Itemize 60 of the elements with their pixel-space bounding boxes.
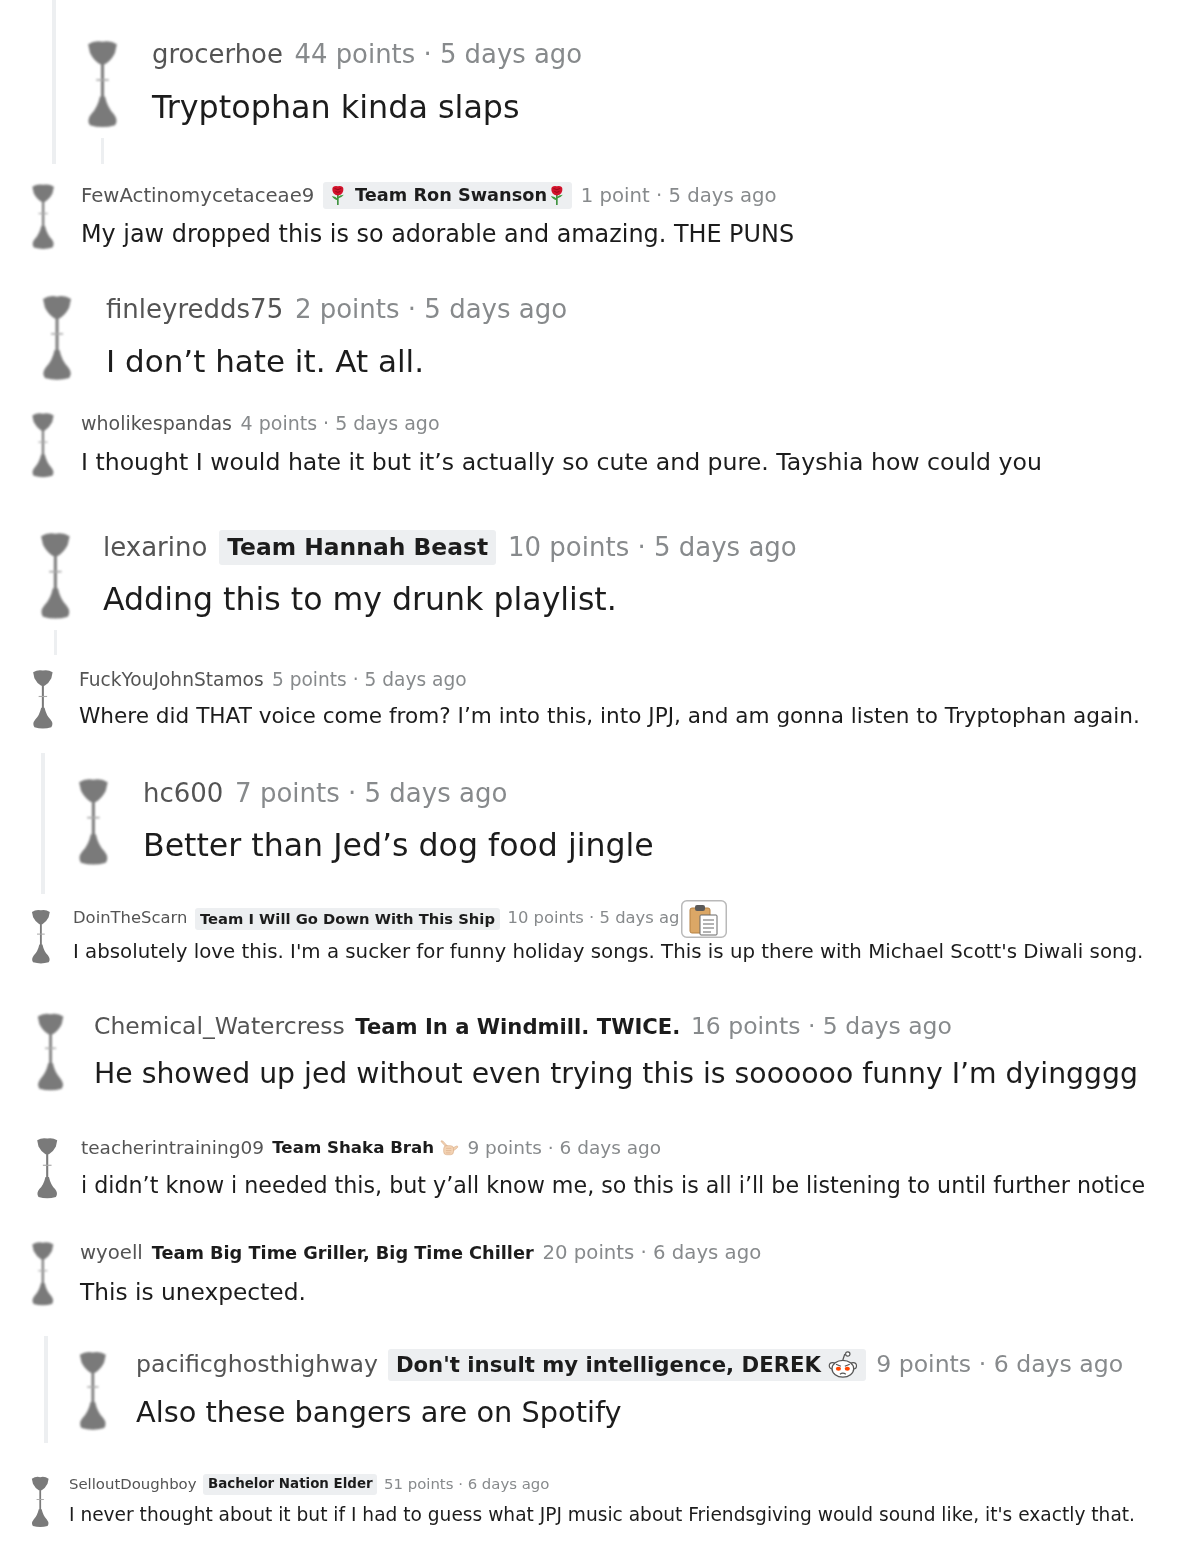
username[interactable]: SelloutDoughboy	[69, 1473, 197, 1496]
comment-text: I never thought about it but if I had to guess what JPJ music about Friendsgiving would sound like, it's exactly that.	[69, 1503, 1135, 1527]
comment-text: I thought I would hate it but it’s actually so cute and pure. Tayshia how could you	[81, 446, 1042, 478]
comment-text: I don’t hate it. At all.	[106, 341, 426, 381]
avatar-icon[interactable]	[35, 1136, 60, 1201]
avatar-icon[interactable]	[31, 667, 55, 731]
username[interactable]: Chemical_Watercress	[94, 1008, 345, 1045]
username[interactable]: lexarino	[103, 527, 208, 567]
comment-meta: 10 points · 5 days ago	[507, 530, 797, 564]
user-flair: Team I Will Go Down With This Ship	[194, 907, 501, 930]
comment-meta: 9 points · 6 days ago	[876, 1349, 1124, 1381]
username[interactable]: wyoell	[80, 1238, 143, 1268]
comment-meta: 9 points · 6 days ago	[467, 1136, 662, 1161]
comment-text: Adding this to my drunk playlist.	[103, 580, 618, 620]
comment-text: i didn’t know i needed this, but y’all know me, so this is all i’ll be listening to until further notice	[81, 1170, 1146, 1200]
comment-text: This is unexpected.	[80, 1276, 307, 1307]
user-flair: Team Hannah Beast	[219, 529, 497, 565]
avatar-icon[interactable]	[30, 1240, 56, 1308]
username[interactable]: grocerhoe	[152, 35, 283, 75]
avatar-icon[interactable]	[30, 1474, 51, 1529]
avatar-icon[interactable]	[76, 776, 111, 868]
flair-text: Team Shaka Brah	[272, 1136, 435, 1159]
flair-text: Don't insult my intelligence, DEREK	[395, 1350, 821, 1379]
flair-text: Team Ron Swanson	[355, 184, 548, 207]
comment-meta: 44 points · 5 days ago	[294, 38, 583, 72]
comment-meta: 51 points · 6 days ago	[384, 1474, 550, 1496]
user-flair: Bachelor Nation Elder	[203, 1474, 378, 1495]
comment-meta: 1 point · 5 days ago	[580, 182, 777, 209]
avatar-icon[interactable]	[30, 182, 57, 252]
comment-text: Also these bangers are on Spotify	[136, 1394, 623, 1432]
comment-text: I absolutely love this. I'm a sucker for funny holiday songs. This is up there with Michael Scott's Diwali song.	[73, 938, 1144, 965]
comment-text: Better than Jed’s dog food jingle	[143, 826, 654, 866]
hand-icon	[439, 1139, 460, 1157]
username[interactable]: pacificghosthighway	[136, 1347, 378, 1383]
comment-meta: 5 points · 5 days ago	[271, 667, 467, 692]
avatar-icon[interactable]	[30, 907, 52, 966]
avatar-icon[interactable]	[38, 530, 73, 622]
comment-meta: 2 points · 5 days ago	[294, 293, 568, 327]
comment-text: He showed up jed without even trying this is soooooo funny I’m dyingggg	[94, 1055, 1138, 1092]
comment-meta: 10 points · 5 days ag	[507, 907, 680, 930]
username[interactable]: FewActinomycetaceae9	[81, 180, 315, 211]
comment-meta: 4 points · 5 days ago	[240, 411, 440, 437]
comment-meta: 7 points · 5 days ago	[235, 776, 508, 810]
comment-meta: 16 points · 5 days ago	[690, 1010, 952, 1042]
user-flair: Team In a Windmill. TWICE.	[355, 1012, 681, 1041]
username[interactable]: wholikespandas	[81, 409, 232, 438]
clipboard-icon[interactable]	[680, 899, 727, 938]
username[interactable]: FuckYouJohnStamos	[79, 665, 264, 694]
avatar-icon[interactable]	[77, 1349, 109, 1433]
angry-face-icon	[828, 1350, 859, 1379]
username[interactable]: hc600	[143, 773, 224, 813]
comment-meta: 20 points · 6 days ago	[542, 1240, 762, 1267]
comment-text: Tryptophan kinda slaps	[152, 86, 521, 127]
avatar-icon[interactable]	[30, 411, 56, 480]
user-flair: Team Big Time Griller, Big Time Chiller	[151, 1241, 534, 1265]
username[interactable]: finleyredds75	[106, 290, 284, 330]
username[interactable]: teacherintraining09	[81, 1134, 264, 1163]
comment-text: My jaw dropped this is so adorable and amazing. THE PUNS	[81, 219, 795, 251]
comment-text: Where did THAT voice come from? I’m into this, into JPJ, and am gonna listen to Tryptophan again.	[79, 702, 1140, 731]
username[interactable]: DoinTheScarn	[73, 906, 188, 931]
